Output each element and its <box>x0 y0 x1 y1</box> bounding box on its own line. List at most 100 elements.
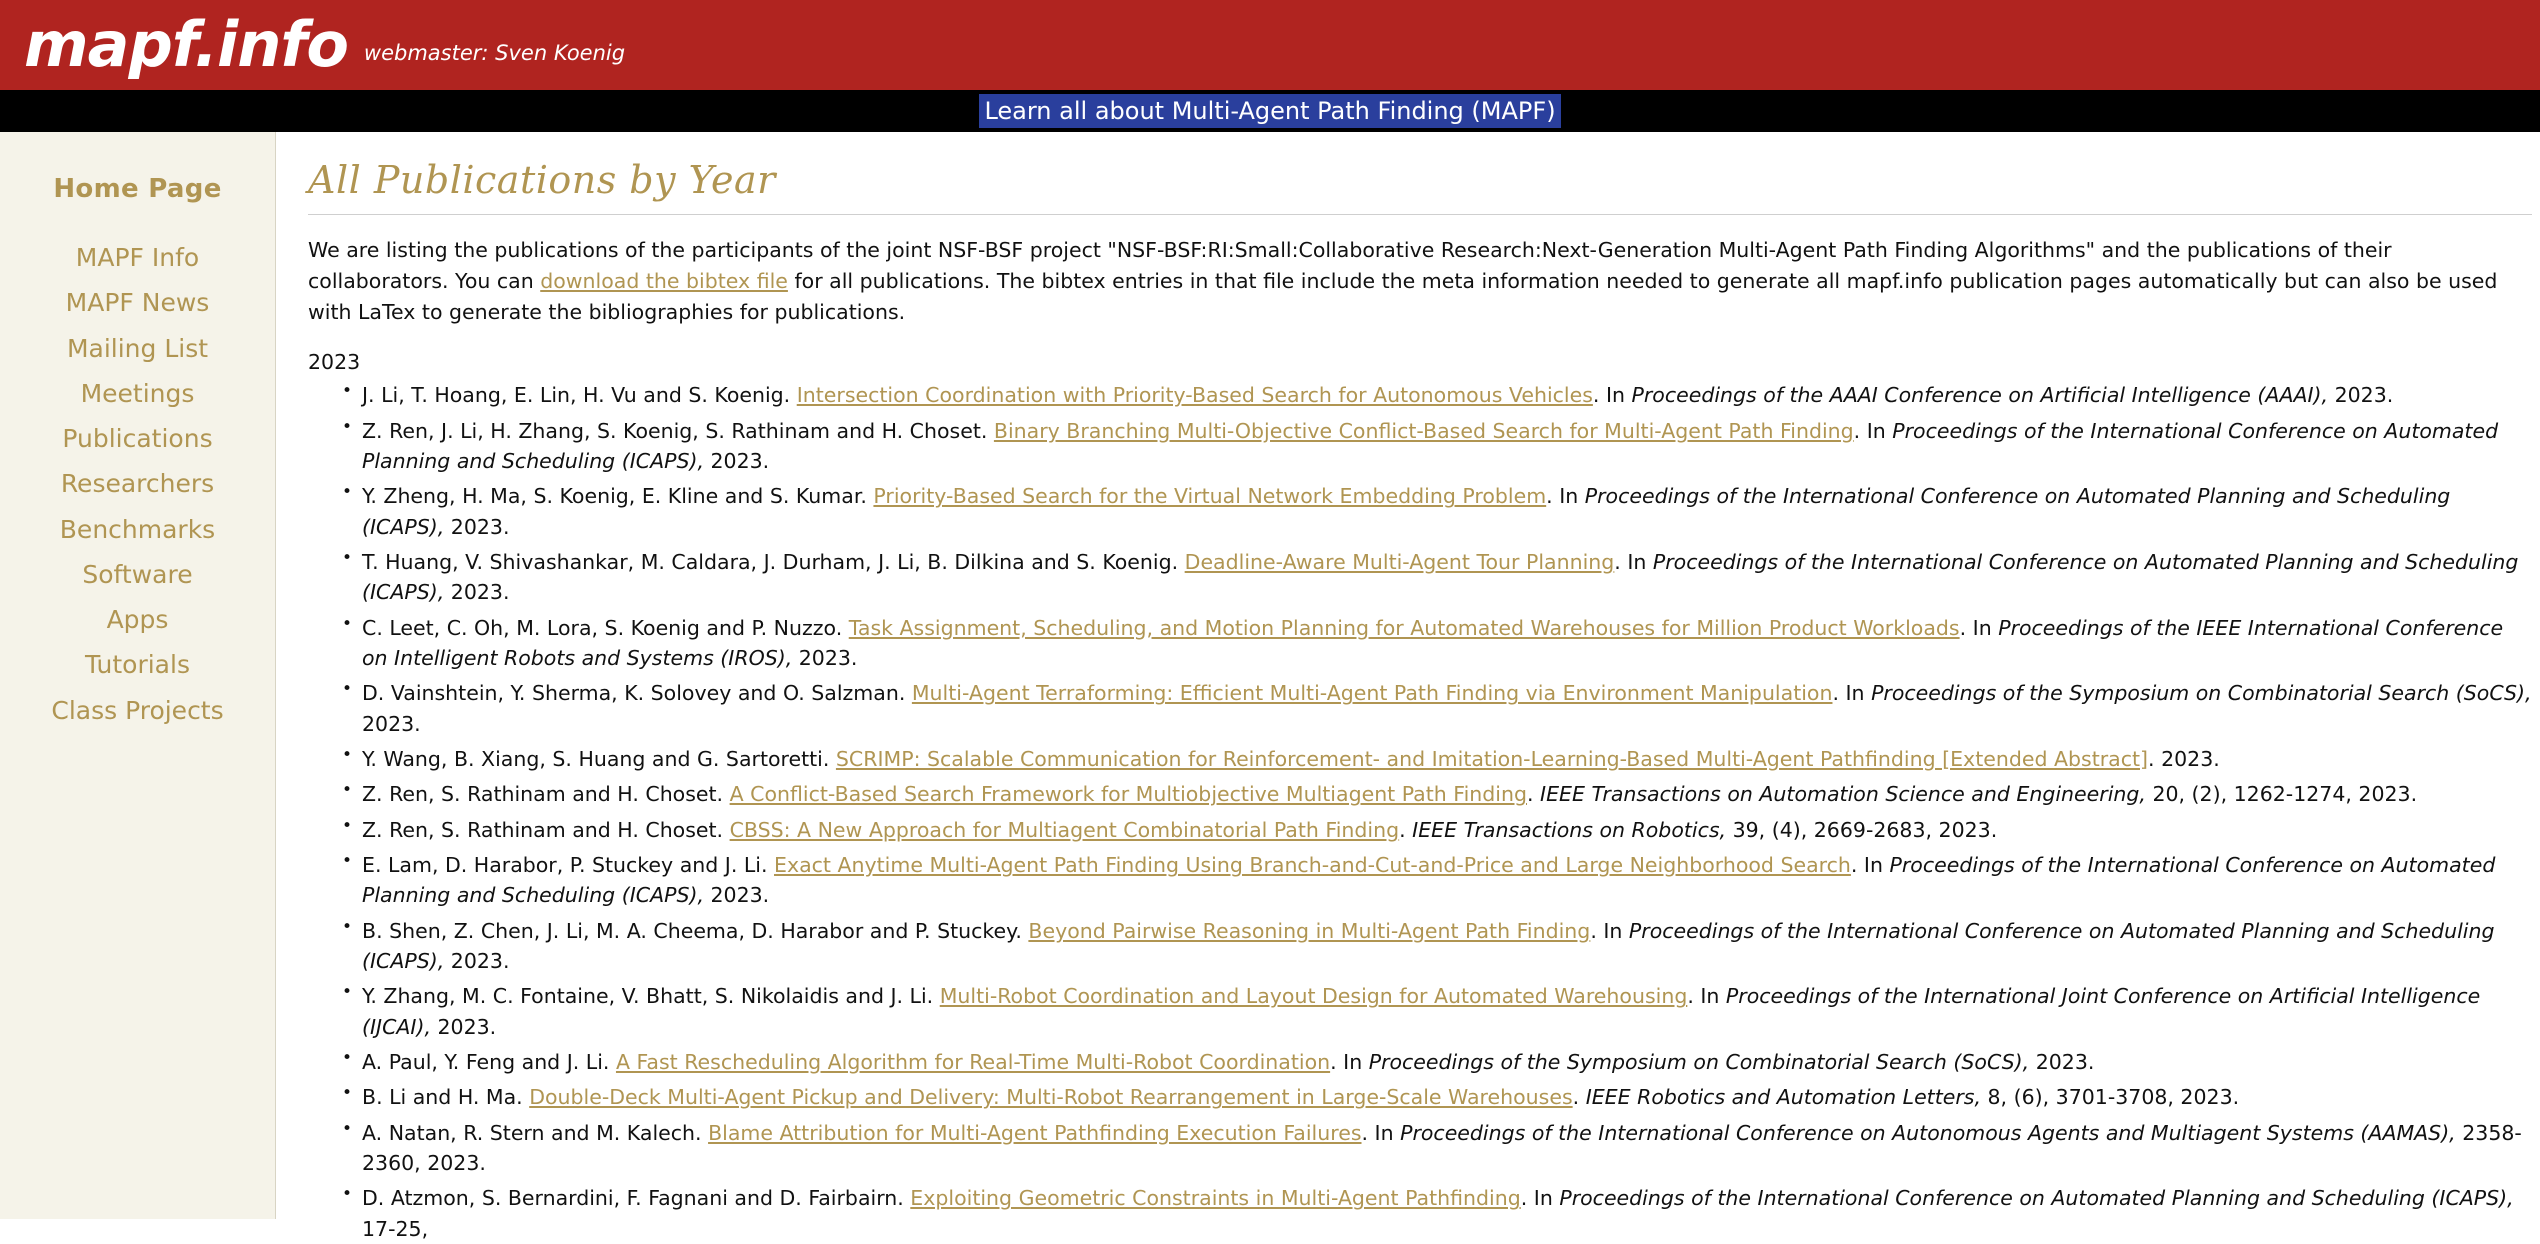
publication-item: Y. Wang, B. Xiang, S. Huang and G. Sarto… <box>342 743 2532 774</box>
publication-item: Z. Ren, S. Rathinam and H. Choset. A Con… <box>342 778 2532 809</box>
sidebar-item-apps[interactable]: Apps <box>0 604 275 635</box>
publication-item: D. Vainshtein, Y. Sherma, K. Solovey and… <box>342 677 2532 739</box>
publication-venue-prefix: . In <box>1853 418 1893 443</box>
page-title: All Publications by Year <box>308 158 2532 215</box>
sidebar-item-researchers[interactable]: Researchers <box>0 468 275 499</box>
publication-item: A. Paul, Y. Feng and J. Li. A Fast Resch… <box>342 1046 2532 1077</box>
publication-title-link[interactable]: A Conflict-Based Search Framework for Mu… <box>730 782 1527 806</box>
publication-item: Z. Ren, J. Li, H. Zhang, S. Koenig, S. R… <box>342 415 2532 477</box>
publication-item: T. Huang, V. Shivashankar, M. Caldara, J… <box>342 546 2532 608</box>
publication-title-link[interactable]: SCRIMP: Scalable Communication for Reinf… <box>836 747 2148 771</box>
publication-authors: Y. Zhang, M. C. Fontaine, V. Bhatt, S. N… <box>362 984 940 1009</box>
publication-venue: IEEE Robotics and Automation Letters, <box>1585 1085 1981 1110</box>
publication-details: 17-25, <box>362 1216 429 1241</box>
sidebar-item-publications[interactable]: Publications <box>0 423 275 454</box>
publication-authors: Z. Ren, S. Rathinam and H. Choset. <box>362 817 730 842</box>
publication-title-link[interactable]: Task Assignment, Scheduling, and Motion … <box>849 616 1960 640</box>
download-bibtex-link[interactable]: download the bibtex file <box>540 269 788 293</box>
publication-venue-prefix: . <box>2148 747 2162 772</box>
publication-item: B. Shen, Z. Chen, J. Li, M. A. Cheema, D… <box>342 915 2532 977</box>
publication-title-link[interactable]: Exploiting Geometric Constraints in Mult… <box>910 1186 1520 1210</box>
publication-venue: Proceedings of the AAAI Conference on Ar… <box>1631 383 2329 408</box>
publication-venue-prefix: . In <box>1361 1120 1401 1145</box>
publication-authors: C. Leet, C. Oh, M. Lora, S. Koenig and P… <box>362 615 849 640</box>
publication-venue-prefix: . <box>1527 782 1541 807</box>
publication-venue-prefix: . In <box>1546 484 1585 509</box>
publication-details: 2023. <box>444 580 510 605</box>
publication-title-link[interactable]: Multi-Robot Coordination and Layout Desi… <box>940 984 1688 1008</box>
publication-details: 2023. <box>703 883 770 908</box>
publication-details: 2023. <box>792 646 858 671</box>
publication-venue-prefix: . In <box>1850 853 1890 878</box>
publication-item: E. Lam, D. Harabor, P. Stuckey and J. Li… <box>342 849 2532 911</box>
publication-venue-prefix: . In <box>1832 681 1872 706</box>
sidebar-item-home-page[interactable]: Home Page <box>0 174 275 204</box>
publication-venue: IEEE Transactions on Automation Science … <box>1540 782 2146 807</box>
publication-venue: Proceedings of the International Confere… <box>1559 1186 2514 1211</box>
publication-details: 2023. <box>703 449 770 474</box>
publication-authors: D. Vainshtein, Y. Sherma, K. Solovey and… <box>362 681 912 706</box>
sidebar-item-benchmarks[interactable]: Benchmarks <box>0 514 275 545</box>
publication-details: 2023. <box>444 949 510 974</box>
publication-authors: E. Lam, D. Harabor, P. Stuckey and J. Li… <box>362 853 775 878</box>
publication-details: 8, (6), 3701-3708, 2023. <box>1981 1085 2240 1110</box>
publication-details: 2023. <box>444 514 510 539</box>
publication-item: B. Li and H. Ma. Double-Deck Multi-Agent… <box>342 1081 2532 1112</box>
publication-title-link[interactable]: Double-Deck Multi-Agent Pickup and Deliv… <box>529 1085 1572 1109</box>
publication-title-link[interactable]: Beyond Pairwise Reasoning in Multi-Agent… <box>1028 919 1590 943</box>
publication-title-link[interactable]: Binary Branching Multi-Objective Conflic… <box>994 419 1854 443</box>
top-nav-bar: Learn all about Multi-Agent Path Finding… <box>0 90 2540 132</box>
publication-venue-prefix: . In <box>1520 1186 1560 1211</box>
publication-item: D. Atzmon, S. Bernardini, F. Fagnani and… <box>342 1182 2532 1244</box>
sidebar-item-tutorials[interactable]: Tutorials <box>0 649 275 680</box>
publication-title-link[interactable]: Multi-Agent Terraforming: Efficient Mult… <box>912 681 1833 705</box>
publication-title-link[interactable]: Exact Anytime Multi-Agent Path Finding U… <box>774 853 1851 877</box>
publication-authors: Z. Ren, J. Li, H. Zhang, S. Koenig, S. R… <box>362 418 994 443</box>
publication-title-link[interactable]: Intersection Coordination with Priority-… <box>797 383 1593 407</box>
publication-venue-prefix: . <box>1399 817 1413 842</box>
sidebar-item-mailing-list[interactable]: Mailing List <box>0 333 275 364</box>
publication-title-link[interactable]: Priority-Based Search for the Virtual Ne… <box>873 484 1546 508</box>
publication-authors: Y. Zheng, H. Ma, S. Koenig, E. Kline and… <box>362 484 874 509</box>
publication-item: A. Natan, R. Stern and M. Kalech. Blame … <box>342 1117 2532 1179</box>
learn-about-mapf-link[interactable]: Learn all about Multi-Agent Path Finding… <box>979 94 1561 128</box>
page-body: Home Page MAPF Info MAPF News Mailing Li… <box>0 132 2540 1241</box>
site-header: mapf.info webmaster: Sven Koenig <box>0 0 2540 90</box>
publication-details: 2023. <box>431 1014 497 1039</box>
publication-authors: A. Paul, Y. Feng and J. Li. <box>362 1050 616 1075</box>
publication-venue-prefix: . In <box>1592 383 1632 408</box>
publication-venue-prefix: . In <box>1590 918 1629 943</box>
sidebar-item-class-projects[interactable]: Class Projects <box>0 695 275 726</box>
intro-paragraph: We are listing the publications of the p… <box>308 235 2498 328</box>
sidebar-item-mapf-info[interactable]: MAPF Info <box>0 242 275 273</box>
publication-title-link[interactable]: Deadline-Aware Multi-Agent Tour Planning <box>1185 550 1615 574</box>
sidebar-item-meetings[interactable]: Meetings <box>0 378 275 409</box>
sidebar-item-software[interactable]: Software <box>0 559 275 590</box>
publication-item: Y. Zheng, H. Ma, S. Koenig, E. Kline and… <box>342 480 2532 542</box>
publication-venue: IEEE Transactions on Robotics, <box>1412 817 1727 842</box>
publication-venue-prefix: . In <box>1687 984 1726 1009</box>
publication-venue-prefix: . In <box>1614 550 1653 575</box>
publication-details: 2023. <box>2161 747 2220 772</box>
publication-venue-prefix: . <box>1572 1085 1586 1110</box>
publication-authors: T. Huang, V. Shivashankar, M. Caldara, J… <box>362 550 1185 575</box>
publication-details: 2023. <box>362 711 421 736</box>
year-heading-2023: 2023 <box>308 350 361 375</box>
publication-authors: Y. Wang, B. Xiang, S. Huang and G. Sarto… <box>362 747 836 772</box>
publication-title-link[interactable]: A Fast Rescheduling Algorithm for Real-T… <box>616 1050 1330 1074</box>
publication-title-link[interactable]: CBSS: A New Approach for Multiagent Comb… <box>730 818 1400 842</box>
publication-list: J. Li, T. Hoang, E. Lin, H. Vu and S. Ko… <box>308 379 2532 1244</box>
publication-venue: Proceedings of the Symposium on Combinat… <box>1368 1050 2030 1075</box>
main-content: All Publications by Year We are listing … <box>276 132 2540 1241</box>
publication-title-link[interactable]: Blame Attribution for Multi-Agent Pathfi… <box>708 1121 1361 1145</box>
publication-details: 39, (4), 2669-2683, 2023. <box>1726 817 1998 842</box>
webmaster-credit: webmaster: Sven Koenig <box>363 41 626 65</box>
publication-authors: J. Li, T. Hoang, E. Lin, H. Vu and S. Ko… <box>362 383 797 408</box>
publication-details: 2023. <box>2328 383 2394 408</box>
publication-authors: Z. Ren, S. Rathinam and H. Choset. <box>362 782 730 807</box>
publication-item: Z. Ren, S. Rathinam and H. Choset. CBSS:… <box>342 814 2532 845</box>
publication-details: 20, (2), 1262-1274, 2023. <box>2145 782 2418 807</box>
sidebar-item-mapf-news[interactable]: MAPF News <box>0 287 275 318</box>
publication-item: C. Leet, C. Oh, M. Lora, S. Koenig and P… <box>342 612 2532 674</box>
publication-item: Y. Zhang, M. C. Fontaine, V. Bhatt, S. N… <box>342 980 2532 1042</box>
